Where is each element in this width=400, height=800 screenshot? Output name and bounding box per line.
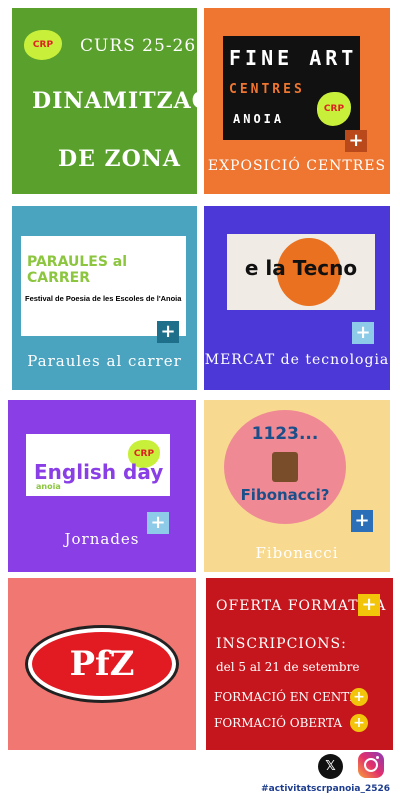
fine-art-image: FINE ART CENTRES ANOIA CRP — [223, 36, 360, 140]
fibonacci-top-text: 1123... — [251, 424, 319, 444]
tile-dinamitzacio[interactable]: CRP CURS 25-26 DINAMITZACIÓ DE ZONA — [12, 8, 197, 194]
tile-oferta-formativa[interactable]: OFERTA FORMATIVA + INSCRIPCIONS: del 5 a… — [206, 578, 393, 750]
expand-plus-button[interactable]: + — [352, 322, 374, 344]
paraules-subtitle: Festival de Poesia de les Escoles de l'A… — [25, 294, 182, 303]
formacio-centre-link[interactable]: FORMACIÓ EN CENTRE — [214, 690, 367, 704]
tile-pfz[interactable]: PfZ — [8, 578, 196, 750]
expand-plus-button[interactable]: + — [345, 130, 367, 152]
crp-logo: CRP — [24, 30, 62, 60]
pfz-logo-text: PfZ — [69, 644, 135, 684]
tile-title-line1: DINAMITZACIÓ — [32, 88, 197, 114]
formacio-oberta-link[interactable]: FORMACIÓ OBERTA — [214, 716, 342, 730]
english-day-image: CRP English day anoia — [26, 434, 170, 496]
mercat-image-text: e la Tecno — [244, 256, 358, 280]
phone-icon — [272, 452, 298, 482]
expand-plus-button[interactable]: + — [157, 321, 179, 343]
paraules-title: PARAULES al CARRER — [27, 254, 128, 286]
tile-label: MERCAT de tecnologia — [204, 352, 390, 368]
english-day-subtitle: anoia — [36, 482, 61, 491]
fibonacci-bottom-text: Fibonacci? — [240, 486, 330, 504]
course-label: CURS 25-26 — [80, 36, 197, 56]
tile-mercat-tecnologia[interactable]: e la Tecno + MERCAT de tecnologia — [204, 206, 390, 390]
crp-logo: CRP — [317, 92, 351, 126]
tile-label: EXPOSICIÓ CENTRES — [207, 158, 387, 174]
tile-fibonacci[interactable]: 1123... Fibonacci? + Fibonacci — [204, 400, 390, 572]
tile-label: Paraules al carrer — [27, 352, 182, 370]
fine-art-centres: CENTRES — [229, 82, 305, 97]
mercat-image: e la Tecno — [227, 234, 375, 310]
formacio-centre-plus-icon[interactable]: + — [350, 688, 368, 706]
oferta-plus-button[interactable]: + — [358, 594, 380, 616]
fine-art-title: FINE ART — [229, 46, 358, 70]
inscripcions-dates: del 5 al 21 de setembre — [216, 660, 360, 674]
expand-plus-button[interactable]: + — [351, 510, 373, 532]
tile-jornades[interactable]: CRP English day anoia + Jornades — [8, 400, 196, 572]
inscripcions-label: INSCRIPCIONS: — [216, 636, 347, 652]
fibonacci-image: 1123... Fibonacci? — [224, 410, 346, 524]
instagram-icon[interactable] — [358, 752, 384, 778]
tile-exposicio-centres[interactable]: FINE ART CENTRES ANOIA CRP + EXPOSICIÓ C… — [204, 8, 390, 194]
pfz-logo: PfZ — [28, 628, 176, 700]
tile-title-line2: DE ZONA — [58, 146, 181, 172]
english-day-title: English day — [34, 460, 164, 484]
tile-label: Jornades — [64, 530, 140, 548]
formacio-oberta-plus-icon[interactable]: + — [350, 714, 368, 732]
tile-paraules-al-carrer[interactable]: PARAULES al CARRER Festival de Poesia de… — [12, 206, 197, 390]
tile-label: Fibonacci — [255, 544, 339, 562]
fine-art-anoia: ANOIA — [233, 112, 285, 126]
x-icon[interactable]: 𝕏 — [318, 754, 343, 779]
footer-hashtag[interactable]: #activitatscrpanoia_2526 — [261, 784, 390, 794]
